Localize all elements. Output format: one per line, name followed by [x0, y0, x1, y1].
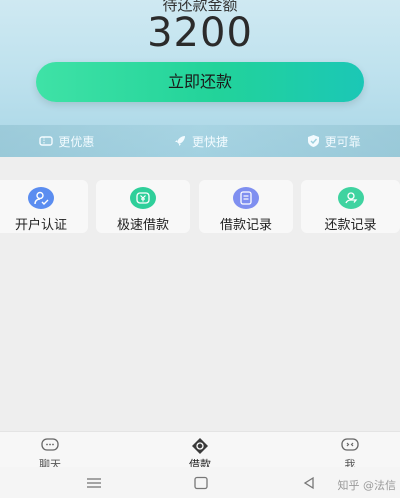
feature-strip: 更优惠 更快捷 更可靠 — [0, 125, 400, 157]
user-verify-icon — [28, 187, 54, 209]
menu-icon[interactable] — [86, 475, 102, 494]
entry-account-verify[interactable]: 开户认证 — [0, 180, 88, 233]
chat-icon — [20, 437, 80, 455]
amount-value: 3200 — [147, 10, 253, 56]
feature-discount: 更优惠 — [39, 133, 94, 150]
feature-label: 更优惠 — [58, 134, 95, 149]
entry-loan-records[interactable]: 借款记录 — [199, 180, 293, 233]
feature-label: 更快捷 — [191, 134, 228, 149]
repay-record-icon — [337, 187, 364, 209]
repayment-header: 待还款金额 3200 立即还款 更优惠 更快捷 更可靠 — [0, 0, 400, 157]
ticket-icon — [39, 136, 54, 146]
entry-label: 开户认证 — [14, 218, 67, 233]
entry-fast-loan[interactable]: 极速借款 — [96, 180, 190, 233]
feature-fast: 更快捷 — [173, 133, 228, 150]
yen-icon — [130, 187, 156, 209]
feature-label: 更可靠 — [324, 134, 361, 149]
entry-label: 还款记录 — [324, 218, 377, 233]
tab-chat[interactable]: 聊天 — [20, 432, 80, 472]
feature-reliable: 更可靠 — [307, 133, 361, 150]
repay-now-button[interactable]: 立即还款 — [36, 62, 364, 102]
entry-label: 极速借款 — [116, 218, 169, 233]
tab-profile[interactable]: 我 — [320, 432, 380, 472]
profile-icon — [320, 437, 380, 455]
home-icon[interactable] — [193, 475, 209, 494]
bottom-tab-bar: 聊天 借款 我 — [0, 431, 400, 471]
entry-repay-records[interactable]: 还款记录 — [301, 180, 400, 233]
shield-check-icon — [307, 135, 319, 147]
quick-entries: 开户认证 极速借款 借款记录 还款记录 — [0, 180, 400, 233]
tab-loan[interactable]: 借款 — [170, 432, 230, 472]
rocket-icon — [174, 136, 185, 146]
document-list-icon — [233, 187, 259, 209]
back-icon[interactable] — [302, 475, 316, 494]
watermark: 知乎 @法信 — [337, 479, 397, 492]
entry-label: 借款记录 — [219, 218, 272, 233]
loan-icon — [170, 437, 230, 455]
